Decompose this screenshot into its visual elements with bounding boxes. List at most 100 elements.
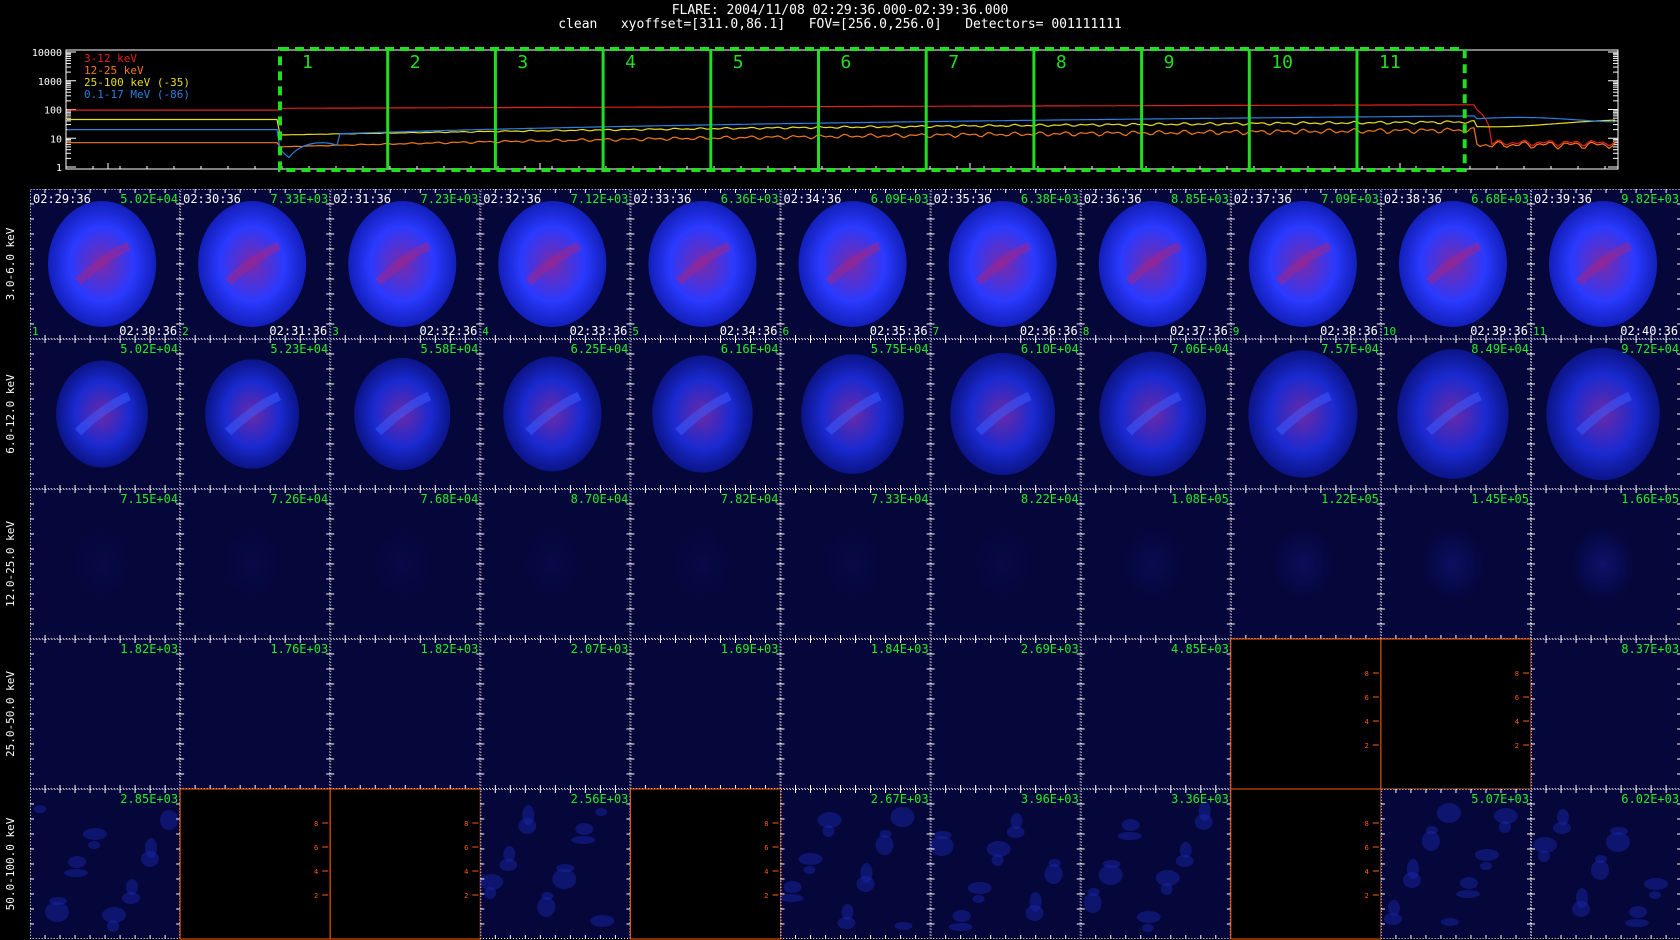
- peak-value-label: 7.09E+03: [1321, 192, 1379, 206]
- interval-index-label: 6: [783, 325, 790, 338]
- noise-blob: [890, 807, 915, 827]
- image-tile: [330, 639, 481, 789]
- peak-value-label: 7.26E+04: [270, 492, 328, 506]
- start-time-label: 02:38:36: [1384, 192, 1442, 206]
- peak-value-label: 2.07E+03: [571, 642, 629, 656]
- start-time-label: 02:36:36: [1084, 192, 1142, 206]
- image-tile: [1080, 639, 1231, 789]
- noise-blob: [1459, 877, 1478, 889]
- interval-index-label: 10: [1383, 325, 1396, 338]
- image-stack-grid: 3.0-6.0 keV 5.02E+04 02:29:36 02:30:36 1 7.33…: [4, 189, 1680, 940]
- noise-blob: [88, 841, 100, 849]
- start-time-label: 02:39:36: [1534, 192, 1592, 206]
- image-tile: [1531, 639, 1680, 789]
- image-tile: [30, 639, 181, 789]
- source-blob: [69, 526, 135, 602]
- interval-index-label: 2: [182, 325, 189, 338]
- empty-axis-label: 2: [1365, 892, 1369, 900]
- source-blob: [1420, 526, 1486, 602]
- noise-blob: [1160, 883, 1173, 895]
- peak-value-label: 5.75E+04: [871, 342, 929, 356]
- empty-axis-label: 2: [1365, 742, 1369, 750]
- start-time-label: 02:33:36: [633, 192, 691, 206]
- noise-blob: [1606, 832, 1630, 852]
- end-time-label: 02:31:36: [269, 324, 327, 338]
- noise-blob: [822, 825, 835, 837]
- peak-value-label: 5.23E+04: [270, 342, 328, 356]
- peak-value-label: 1.22E+05: [1321, 492, 1379, 506]
- source-blob: [670, 526, 735, 602]
- empty-axis-label: 4: [314, 868, 318, 876]
- empty-axis-label: 8: [764, 820, 768, 828]
- noise-blob: [1175, 855, 1194, 867]
- peak-value-label: 1.82E+03: [120, 642, 178, 656]
- empty-axis-label: 6: [314, 844, 318, 852]
- empty-axis-label: 4: [764, 868, 768, 876]
- start-time-label: 02:35:36: [934, 192, 992, 206]
- source-blob: [219, 526, 285, 602]
- peak-value-label: 8.22E+04: [1021, 492, 1079, 506]
- peak-value-label: 1.45E+05: [1471, 492, 1529, 506]
- noise-blob: [1440, 918, 1459, 926]
- noise-blob: [1553, 822, 1571, 834]
- noise-blob: [1538, 850, 1550, 862]
- noise-blob: [967, 882, 992, 894]
- noise-blob: [875, 835, 894, 855]
- noise-blob: [484, 887, 497, 899]
- noise-blob: [779, 894, 804, 902]
- interval-index-label: 1: [32, 325, 39, 338]
- empty-image-cell: [629, 788, 782, 940]
- energy-band-label: 50.0-100.0 keV: [4, 817, 17, 910]
- end-time-label: 02:38:36: [1320, 324, 1378, 338]
- peak-value-label: 1.66E+05: [1621, 492, 1679, 506]
- noise-blob: [1649, 891, 1661, 899]
- peak-value-label: 1.69E+03: [721, 642, 779, 656]
- noise-blob: [1474, 849, 1499, 861]
- peak-value-label: 6.68E+03: [1471, 192, 1529, 206]
- empty-axis-label: 2: [464, 892, 468, 900]
- noise-blob: [1572, 901, 1590, 917]
- peak-value-label: 8.70E+04: [571, 492, 629, 506]
- empty-axis-label: 6: [464, 844, 468, 852]
- energy-band-label: 6.0-12.0 keV: [4, 374, 17, 454]
- noise-blob: [1121, 819, 1140, 831]
- peak-value-label: 6.25E+04: [571, 342, 629, 356]
- empty-axis-label: 4: [1515, 718, 1519, 726]
- noise-blob: [856, 876, 875, 892]
- noise-blob: [518, 818, 537, 834]
- peak-value-label: 2.67E+03: [871, 792, 929, 806]
- empty-axis-label: 4: [464, 868, 468, 876]
- noise-blob: [1421, 831, 1440, 851]
- noise-blob: [837, 917, 856, 929]
- peak-value-label: 7.15E+04: [120, 492, 178, 506]
- peak-value-label: 7.82E+04: [721, 492, 779, 506]
- noise-blob: [972, 895, 985, 903]
- noise-blob: [1025, 905, 1044, 921]
- end-time-label: 02:36:36: [1020, 324, 1078, 338]
- peak-value-label: 8.49E+04: [1471, 342, 1529, 356]
- source-blob: [519, 526, 585, 602]
- end-time-label: 02:39:36: [1470, 324, 1528, 338]
- empty-axis-label: 6: [1365, 694, 1369, 702]
- noise-blob: [803, 866, 816, 874]
- peak-value-label: 2.69E+03: [1021, 642, 1079, 656]
- peak-value-label: 5.02E+04: [120, 342, 178, 356]
- peak-value-label: 6.10E+04: [1021, 342, 1079, 356]
- source-blob: [1270, 526, 1336, 602]
- noise-blob: [991, 854, 1004, 866]
- interval-index-label: 7: [933, 325, 940, 338]
- source-blob: [1570, 526, 1636, 602]
- peak-value-label: 3.36E+03: [1171, 792, 1229, 806]
- peak-value-label: 5.07E+03: [1471, 792, 1529, 806]
- peak-value-label: 9.82E+03: [1621, 192, 1679, 206]
- end-time-label: 02:37:36: [1170, 324, 1228, 338]
- noise-blob: [595, 808, 608, 816]
- end-time-label: 02:30:36: [119, 324, 177, 338]
- noise-blob: [929, 836, 954, 856]
- energy-band-label: 12.0-25.0 keV: [4, 521, 17, 607]
- start-time-label: 02:37:36: [1234, 192, 1292, 206]
- empty-image-cell: [179, 788, 331, 940]
- image-tile: [930, 639, 1081, 789]
- empty-image-cell: [1380, 638, 1532, 790]
- noise-blob: [1083, 893, 1102, 913]
